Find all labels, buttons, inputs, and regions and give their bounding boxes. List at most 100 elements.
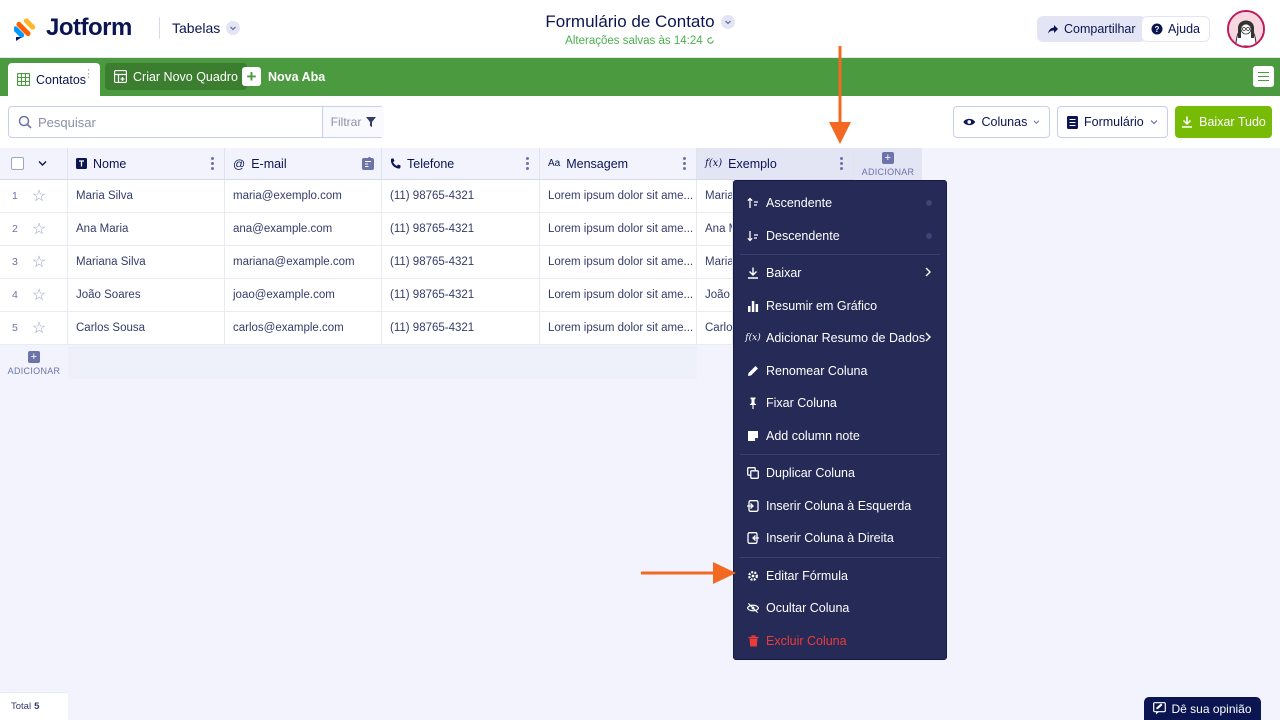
column-options-icon[interactable] bbox=[683, 157, 686, 170]
cell-mensagem[interactable]: Lorem ipsum dolor sit ame... bbox=[540, 279, 697, 312]
note-icon bbox=[747, 430, 759, 442]
filter-button[interactable]: Filtrar bbox=[322, 107, 384, 137]
menu-item-edit-formula[interactable]: Editar Fórmula bbox=[734, 560, 946, 593]
create-board-label: Criar Novo Quadro bbox=[133, 69, 238, 84]
cell-telefone[interactable]: (11) 98765-4321 bbox=[382, 312, 540, 345]
bar-chart-icon bbox=[747, 300, 759, 312]
columns-button[interactable]: Colunas bbox=[953, 106, 1050, 138]
select-all-header[interactable] bbox=[0, 148, 68, 180]
chevron-right-icon bbox=[925, 332, 931, 342]
menu-item-hide-column[interactable]: Ocultar Coluna bbox=[734, 592, 946, 625]
menu-item-label: Resumir em Gráfico bbox=[766, 298, 878, 313]
cell-telefone[interactable]: (11) 98765-4321 bbox=[382, 246, 540, 279]
form-title-text: Formulário de Contato bbox=[545, 12, 715, 31]
cell-telefone[interactable]: (11) 98765-4321 bbox=[382, 279, 540, 312]
menu-item-descending[interactable]: Descendente bbox=[734, 220, 946, 253]
menu-item-insert-right[interactable]: Inserir Coluna à Direita bbox=[734, 522, 946, 555]
table-row[interactable]: 2 ☆ Ana Maria ana@example.com (11) 98765-… bbox=[0, 213, 733, 246]
cell-exemplo[interactable]: Ana M bbox=[697, 213, 733, 246]
row-number: 1 bbox=[12, 190, 18, 202]
form-title[interactable]: Formulário de Contato bbox=[545, 12, 735, 32]
cell-email[interactable]: carlos@example.com bbox=[225, 312, 382, 345]
table-row[interactable]: 1 ☆ Maria Silva maria@exemplo.com (11) 98… bbox=[0, 180, 733, 213]
share-label: Compartilhar bbox=[1064, 22, 1136, 36]
star-icon[interactable]: ☆ bbox=[32, 219, 46, 239]
annotation-arrow-right bbox=[641, 562, 736, 584]
star-icon[interactable]: ☆ bbox=[32, 285, 46, 305]
star-icon[interactable]: ☆ bbox=[32, 252, 46, 272]
share-button[interactable]: Compartilhar bbox=[1037, 16, 1146, 42]
feedback-button[interactable]: Dê sua opinião bbox=[1144, 697, 1261, 720]
column-header-telefone[interactable]: Telefone bbox=[382, 148, 540, 180]
menu-divider bbox=[740, 254, 940, 255]
menu-item-insert-left[interactable]: Inserir Coluna à Esquerda bbox=[734, 490, 946, 523]
download-all-button[interactable]: Baixar Tudo bbox=[1175, 106, 1272, 138]
annotation-arrow-down bbox=[829, 46, 851, 144]
table-row[interactable]: 5 ☆ Carlos Sousa carlos@example.com (11) … bbox=[0, 312, 733, 345]
pin-icon bbox=[747, 397, 759, 410]
help-button[interactable]: ? Ajuda bbox=[1141, 16, 1210, 42]
radio-indicator bbox=[926, 200, 932, 206]
plus-icon: + bbox=[882, 151, 894, 164]
column-options-icon[interactable] bbox=[211, 157, 214, 170]
cell-nome[interactable]: Carlos Sousa bbox=[68, 312, 225, 345]
cell-nome[interactable]: Mariana Silva bbox=[68, 246, 225, 279]
table-row[interactable]: 4 ☆ João Soares joao@example.com (11) 987… bbox=[0, 279, 733, 312]
cell-telefone[interactable]: (11) 98765-4321 bbox=[382, 213, 540, 246]
menu-item-label: Ascendente bbox=[766, 196, 833, 211]
star-icon[interactable]: ☆ bbox=[32, 318, 46, 338]
menu-item-label: Baixar bbox=[766, 266, 802, 281]
add-column-button[interactable]: + ADICIONAR bbox=[854, 148, 922, 180]
star-icon[interactable]: ☆ bbox=[32, 186, 46, 206]
menu-item-ascending[interactable]: Ascendente bbox=[734, 187, 946, 220]
cell-telefone[interactable]: (11) 98765-4321 bbox=[382, 180, 540, 213]
chevron-down-icon[interactable] bbox=[38, 159, 47, 168]
cell-exemplo[interactable]: Maria bbox=[697, 180, 733, 213]
cell-exemplo[interactable]: Maria bbox=[697, 246, 733, 279]
menu-item-duplicate-column[interactable]: Duplicar Coluna bbox=[734, 457, 946, 490]
column-header-nome[interactable]: Nome bbox=[68, 148, 225, 180]
table-row[interactable]: 3 ☆ Mariana Silva mariana@example.com (11… bbox=[0, 246, 733, 279]
tab-options-icon[interactable]: ⋮ bbox=[83, 69, 94, 80]
cell-mensagem[interactable]: Lorem ipsum dolor sit ame... bbox=[540, 312, 697, 345]
menu-item-pin-column[interactable]: Fixar Coluna bbox=[734, 387, 946, 420]
user-avatar[interactable] bbox=[1227, 10, 1265, 48]
cell-exemplo[interactable]: Carlo bbox=[697, 312, 733, 345]
create-board-button[interactable]: Criar Novo Quadro bbox=[105, 63, 247, 90]
cell-email[interactable]: maria@exemplo.com bbox=[225, 180, 382, 213]
menu-item-add-column-note[interactable]: Add column note bbox=[734, 420, 946, 453]
menu-item-delete-column[interactable]: Excluir Coluna bbox=[734, 625, 946, 658]
cell-mensagem[interactable]: Lorem ipsum dolor sit ame... bbox=[540, 180, 697, 213]
column-header-mensagem[interactable]: Aa Mensagem bbox=[540, 148, 697, 180]
column-options-icon[interactable] bbox=[526, 157, 529, 170]
menu-item-rename-column[interactable]: Renomear Coluna bbox=[734, 355, 946, 388]
menu-item-label: Descendente bbox=[766, 228, 840, 243]
menu-item-add-data-summary[interactable]: f(x) Adicionar Resumo de Dados bbox=[734, 322, 946, 355]
cell-mensagem[interactable]: Lorem ipsum dolor sit ame... bbox=[540, 246, 697, 279]
share-icon bbox=[1048, 24, 1058, 34]
menu-item-summarize-chart[interactable]: Resumir em Gráfico bbox=[734, 290, 946, 323]
plus-icon: + bbox=[28, 350, 40, 363]
cell-exemplo[interactable]: João bbox=[697, 279, 733, 312]
cell-mensagem[interactable]: Lorem ipsum dolor sit ame... bbox=[540, 213, 697, 246]
tab-contatos[interactable]: Contatos ⋮ bbox=[8, 63, 100, 96]
search-input[interactable] bbox=[38, 114, 322, 130]
menu-item-download[interactable]: Baixar bbox=[734, 257, 946, 290]
cell-nome[interactable]: Ana Maria bbox=[68, 213, 225, 246]
cell-nome[interactable]: João Soares bbox=[68, 279, 225, 312]
chevron-down-icon[interactable] bbox=[720, 15, 735, 29]
cell-nome[interactable]: Maria Silva bbox=[68, 180, 225, 213]
cell-email[interactable]: mariana@example.com bbox=[225, 246, 382, 279]
hamburger-menu-icon[interactable] bbox=[1253, 66, 1274, 87]
column-options-icon[interactable] bbox=[368, 157, 371, 170]
column-options-icon[interactable] bbox=[840, 157, 843, 170]
column-header-exemplo[interactable]: f(x) Exemplo bbox=[697, 148, 854, 180]
help-label: Ajuda bbox=[1168, 22, 1200, 36]
add-row-button[interactable]: + ADICIONAR bbox=[0, 347, 68, 379]
new-tab-button[interactable]: + Nova Aba bbox=[242, 67, 325, 86]
cell-email[interactable]: joao@example.com bbox=[225, 279, 382, 312]
form-button[interactable]: Formulário bbox=[1057, 106, 1168, 138]
checkbox[interactable] bbox=[11, 157, 24, 170]
cell-email[interactable]: ana@example.com bbox=[225, 213, 382, 246]
column-header-email[interactable]: @ E-mail bbox=[225, 148, 382, 180]
